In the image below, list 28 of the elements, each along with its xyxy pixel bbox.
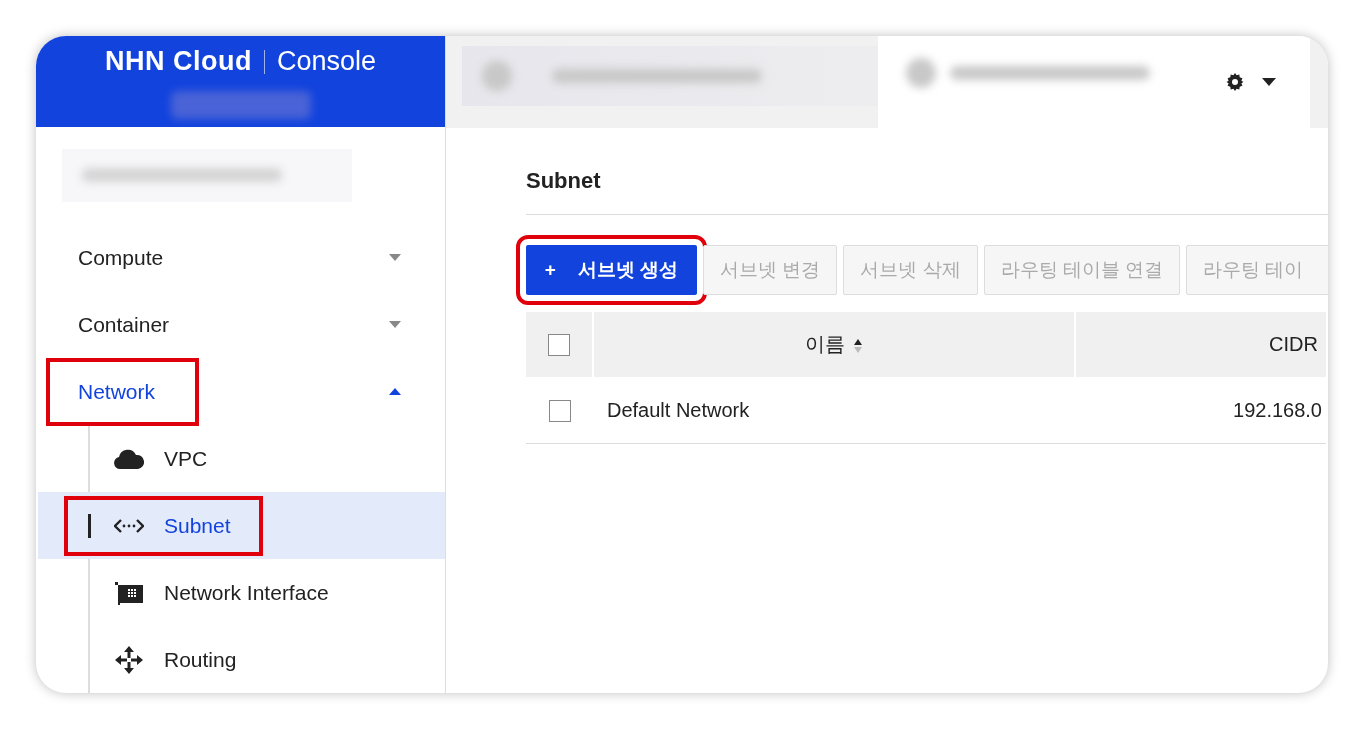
create-button[interactable]: + 서브넷 생성 — [526, 245, 697, 295]
submenu-item[interactable]: Routing — [38, 626, 445, 693]
caret-down-icon — [389, 254, 401, 261]
redacted-area — [482, 61, 512, 91]
menu-item[interactable]: Container — [36, 291, 445, 358]
move-arrows-icon — [114, 644, 144, 675]
caret-down-icon — [389, 321, 401, 328]
table-cell: 192.168.0 — [1075, 377, 1326, 444]
product-name: Console — [276, 46, 376, 77]
column-header: CIDR — [1075, 312, 1326, 377]
code-arrows-icon — [114, 517, 144, 534]
settings-icon[interactable] — [1226, 73, 1244, 91]
caret-down-icon[interactable] — [1262, 78, 1276, 86]
caret-up-icon — [389, 388, 401, 395]
cloud-icon — [114, 448, 144, 469]
submenu-item[interactable]: Network Interface — [38, 559, 445, 626]
menu-item[interactable]: Compute — [36, 224, 445, 291]
submenu-item[interactable]: VPC — [38, 425, 445, 492]
page-title: Subnet — [526, 168, 602, 195]
sort-icon[interactable] — [853, 337, 863, 354]
checkbox[interactable] — [548, 399, 571, 422]
checkbox[interactable] — [548, 334, 570, 357]
logo[interactable]: NHN Cloud — [104, 46, 252, 77]
submenu-item[interactable]: Subnet — [38, 492, 445, 559]
table-cell: Default Network — [593, 377, 1075, 444]
network-card-icon — [115, 580, 143, 605]
menu-item[interactable]: Network — [36, 358, 445, 425]
column-header[interactable]: 이름 — [593, 312, 1075, 377]
